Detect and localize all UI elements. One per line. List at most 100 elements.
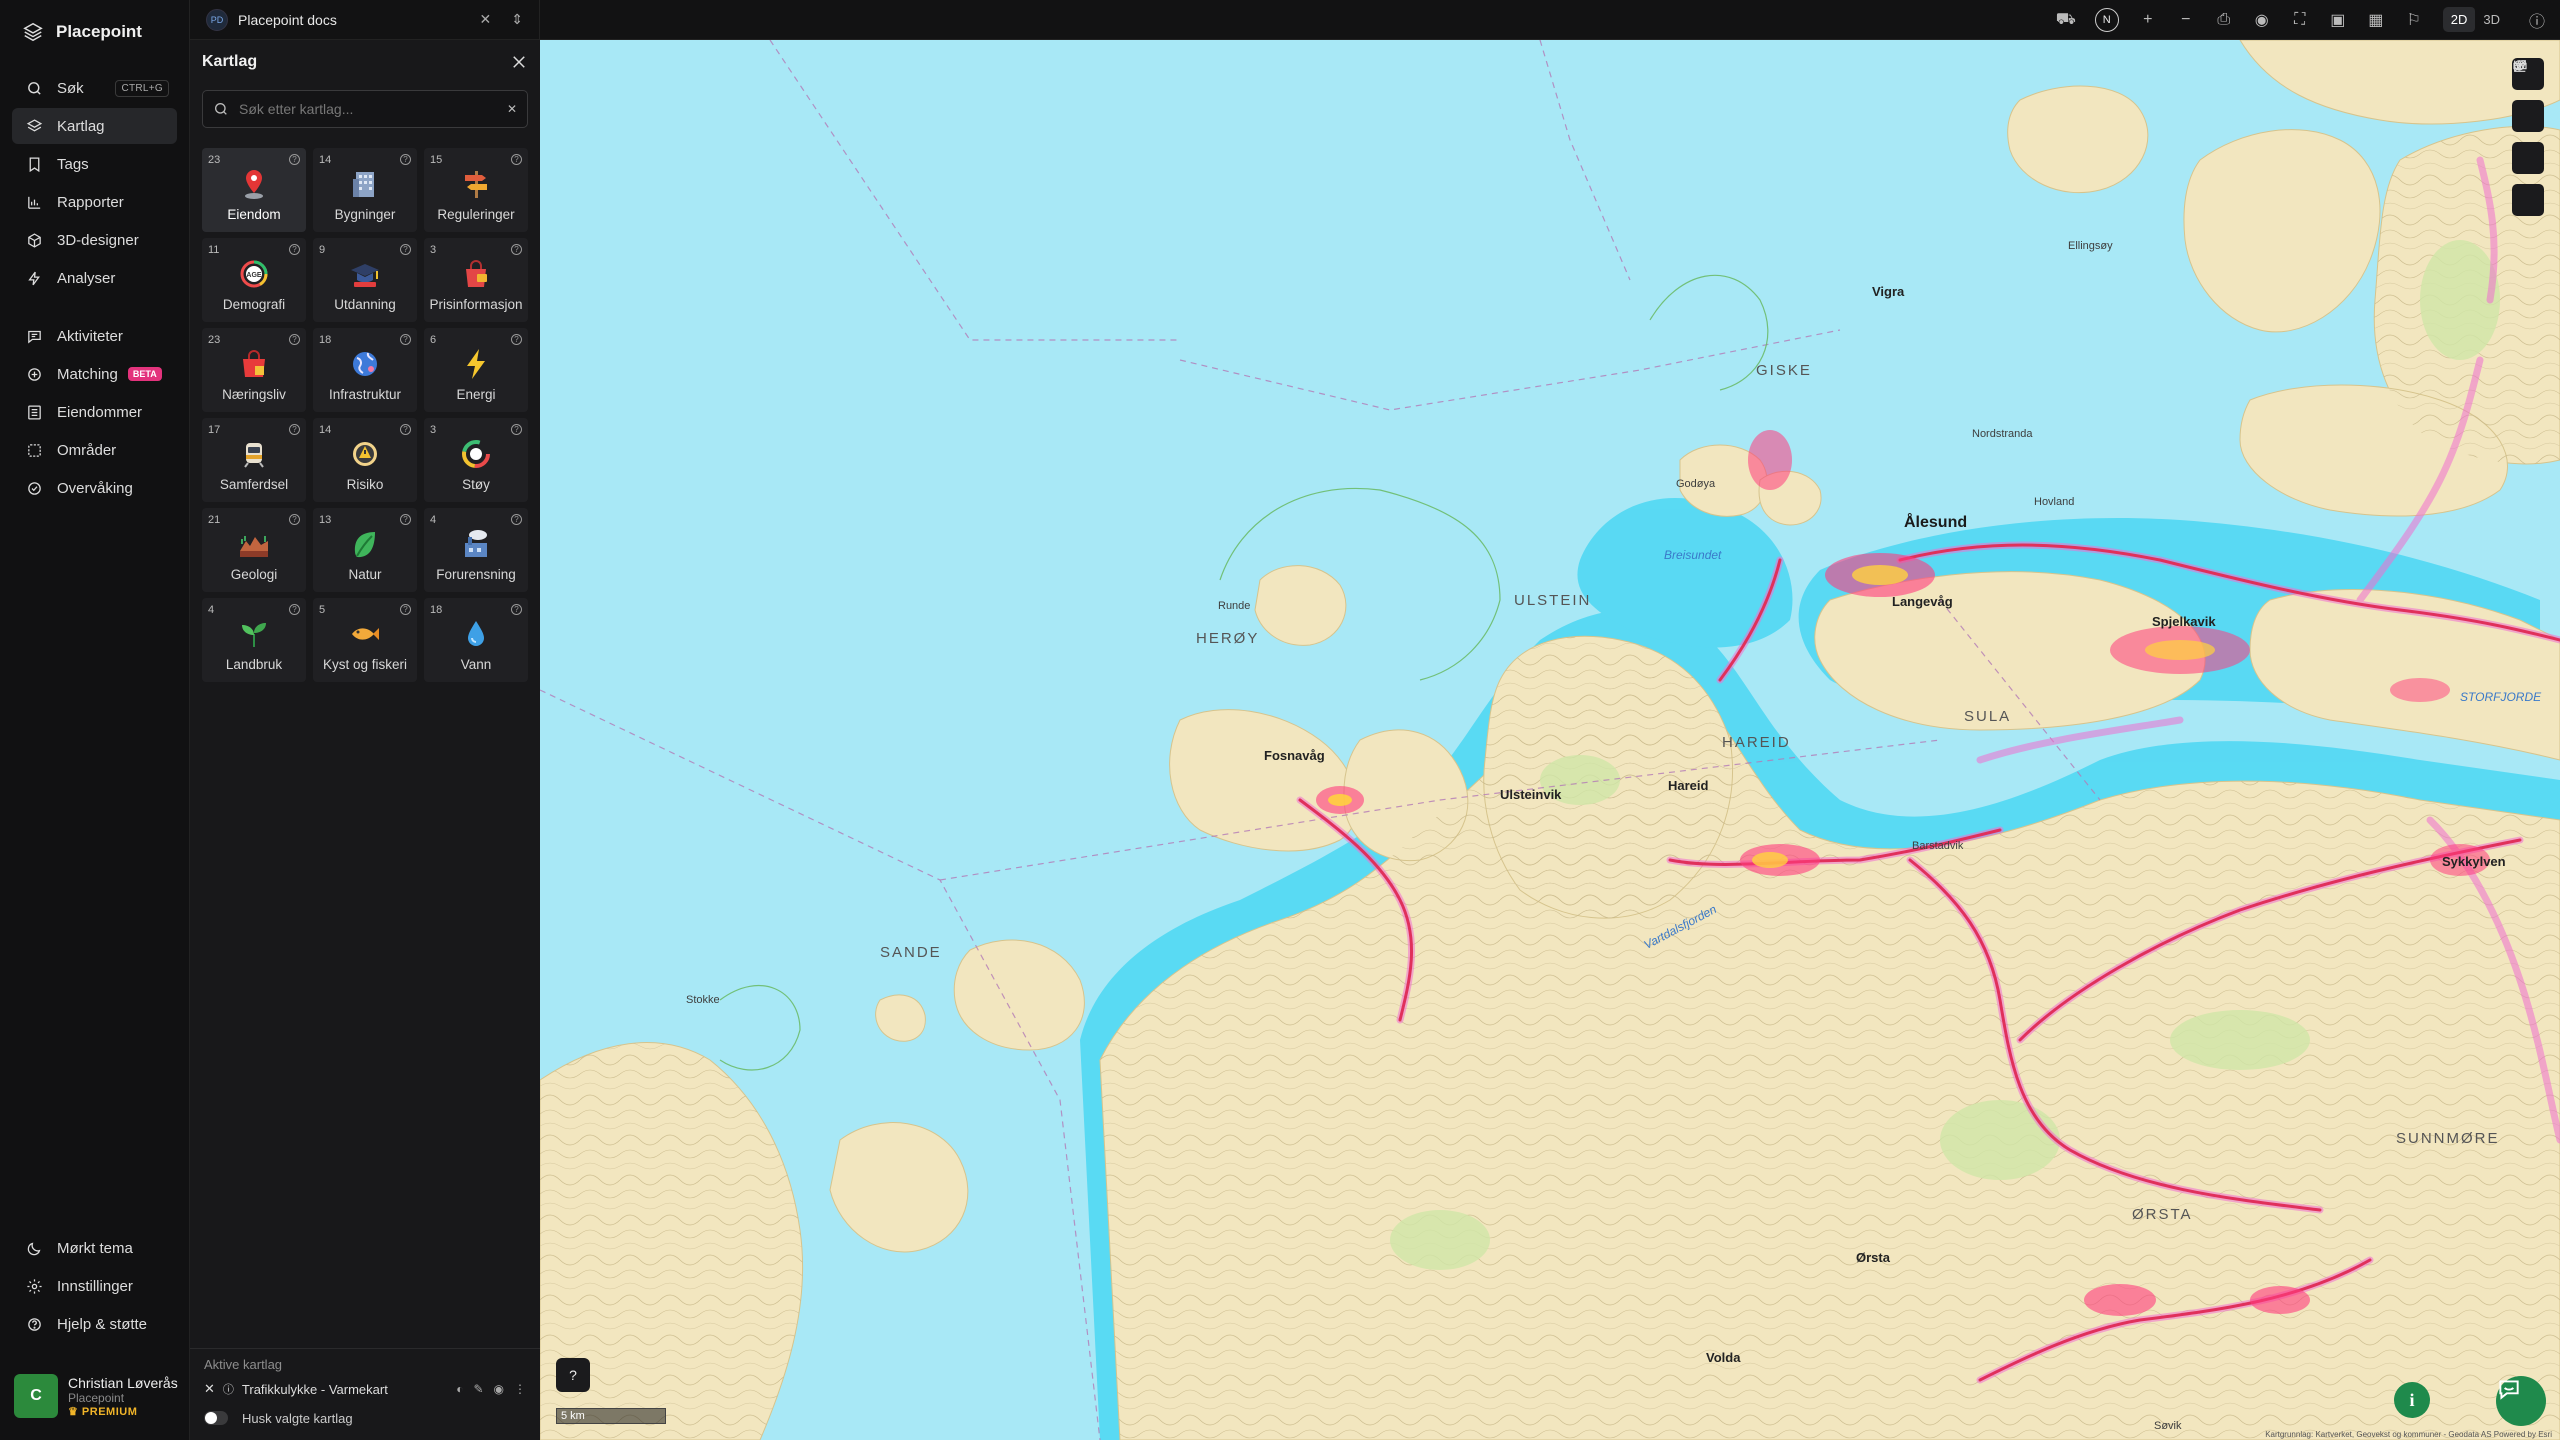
fullscreen-icon[interactable]: ⛶: [2291, 11, 2309, 29]
layer-card-infrastruktur[interactable]: 18 ? Infrastruktur: [313, 328, 417, 412]
layer-card-kyst-og-fiskeri[interactable]: 5 ? Kyst og fiskeri: [313, 598, 417, 682]
workspace-selector[interactable]: PD Placepoint docs ✕ ⇕: [190, 0, 540, 40]
user-profile[interactable]: C Christian Løverås Placepoint ♛ PREMIUM: [14, 1364, 179, 1428]
info-icon[interactable]: ?: [511, 334, 522, 345]
info-icon[interactable]: ⓘ: [223, 1381, 234, 1397]
info-icon[interactable]: ?: [511, 244, 522, 255]
info-button[interactable]: i: [2394, 1382, 2430, 1418]
layer-card-risiko[interactable]: 14 ? Risiko: [313, 418, 417, 502]
info-icon[interactable]: ?: [289, 604, 300, 615]
nav-item-kartlag[interactable]: Kartlag: [12, 108, 177, 144]
layer-card-natur[interactable]: 13 ? Natur: [313, 508, 417, 592]
layer-card-landbruk[interactable]: 4 ? Landbruk: [202, 598, 306, 682]
layer-card-geologi[interactable]: 21 ? Geologi: [202, 508, 306, 592]
info-icon[interactable]: ?: [400, 334, 411, 345]
chart-button[interactable]: [2512, 60, 2544, 174]
map-canvas[interactable]: [540, 40, 2560, 1440]
edit-icon[interactable]: ✎: [473, 1382, 483, 1396]
brand[interactable]: Placepoint: [0, 0, 189, 64]
mode-3d-button[interactable]: 3D: [2475, 7, 2508, 32]
bookmark-icon[interactable]: ⚐: [2405, 11, 2423, 29]
mode-2d-button[interactable]: 2D: [2442, 7, 2476, 32]
nav-item-analyser[interactable]: Analyser: [12, 260, 177, 296]
layer-card-energi[interactable]: 6 ? Energi: [424, 328, 528, 412]
layer-card-naeringsliv[interactable]: 23 ? Næringsliv: [202, 328, 306, 412]
svg-text:AGE: AGE: [246, 272, 262, 279]
map-label-sande: SANDE: [880, 944, 942, 961]
info-icon[interactable]: ?: [511, 604, 522, 615]
layer-card-label: Risiko: [346, 477, 384, 492]
nav-item-help[interactable]: Hjelp & støtte: [12, 1306, 177, 1342]
info-icon[interactable]: ?: [289, 514, 300, 525]
help-icon: [28, 1317, 41, 1331]
nav-item-aktiviteter[interactable]: Aktiviteter: [12, 318, 177, 354]
grid-icon[interactable]: ▦: [2367, 11, 2385, 29]
layer-card-reguleringer[interactable]: 15 ? Reguleringer: [424, 148, 528, 232]
main-navigation: Placepoint Søk CTRL+G Kartlag Tags Rappo…: [0, 0, 190, 1440]
close-icon[interactable]: [510, 53, 528, 71]
info-icon[interactable]: ?: [400, 154, 411, 165]
nav-item-rapporter[interactable]: Rapporter: [12, 184, 177, 220]
info-icon[interactable]: ?: [511, 424, 522, 435]
layer-count: 4: [430, 514, 437, 526]
info-icon[interactable]: ?: [511, 154, 522, 165]
active-layer-row[interactable]: ✕ ⓘ Trafikkulykke - Varmekart ◐ ✎ ◉ ⋮: [190, 1376, 540, 1402]
info-icon[interactable]: ?: [400, 514, 411, 525]
eye-icon[interactable]: ◉: [2253, 11, 2271, 29]
layer-card-eiendom[interactable]: 23 ? Eiendom: [202, 148, 306, 232]
nav-item-matching[interactable]: Matching BETA: [12, 356, 177, 392]
remove-layer-icon[interactable]: ✕: [204, 1381, 215, 1397]
map-label-breisundet: Breisundet: [1664, 548, 1722, 562]
close-icon[interactable]: ✕: [480, 11, 492, 28]
more-icon[interactable]: ⋮: [514, 1382, 526, 1396]
map-view[interactable]: Ålesund Ulsteinvik Fosnavåg Hareid Lange…: [540, 40, 2560, 1440]
map-label-hareid: Hareid: [1668, 778, 1709, 793]
measure-button[interactable]: [2512, 62, 2544, 132]
traffic-icon[interactable]: ⛟: [2056, 11, 2076, 29]
map-label-nordstranda: Nordstranda: [1972, 428, 2033, 440]
nav-item-overvaking[interactable]: Overvåking: [12, 470, 177, 506]
info-icon[interactable]: ?: [289, 244, 300, 255]
info-icon[interactable]: ?: [400, 424, 411, 435]
nav-item-dark-theme[interactable]: Mørkt tema: [12, 1230, 177, 1266]
nav-item-label: Mørkt tema: [57, 1239, 133, 1257]
chat-button[interactable]: [2496, 1376, 2546, 1426]
camera-icon[interactable]: ▣: [2329, 11, 2347, 29]
layer-card-stoy[interactable]: 3 ? Støy: [424, 418, 528, 502]
nav-item-tags[interactable]: Tags: [12, 146, 177, 182]
info-icon[interactable]: ?: [400, 604, 411, 615]
layer-card-vann[interactable]: 18 ? Vann: [424, 598, 528, 682]
info-icon[interactable]: ?: [289, 334, 300, 345]
nav-item-search[interactable]: Søk CTRL+G: [12, 70, 177, 106]
clear-icon[interactable]: ✕: [507, 102, 517, 116]
visibility-icon[interactable]: ◉: [494, 1382, 504, 1396]
map-help-button[interactable]: ?: [556, 1358, 590, 1392]
nav-item-eiendommer[interactable]: Eiendommer: [12, 394, 177, 430]
layer-card-forurensning[interactable]: 4 ? Forurensning: [424, 508, 528, 592]
layer-card-label: Støy: [462, 477, 490, 492]
info-icon[interactable]: ?: [289, 154, 300, 165]
remember-layers-toggle[interactable]: [204, 1411, 228, 1425]
draw-button[interactable]: [2512, 60, 2544, 216]
nav-item-settings[interactable]: Innstillinger: [12, 1268, 177, 1304]
info-icon[interactable]: ?: [511, 514, 522, 525]
layer-card-bygninger[interactable]: 14 ? Bygninger: [313, 148, 417, 232]
zoom-in-icon[interactable]: +: [2139, 11, 2157, 29]
nav-item-3d-designer[interactable]: 3D-designer: [12, 222, 177, 258]
active-layer-name: Trafikkulykke - Varmekart: [241, 1381, 388, 1397]
compass-button[interactable]: N: [2094, 7, 2119, 32]
zoom-out-icon[interactable]: −: [2177, 11, 2195, 29]
layer-card-demografi[interactable]: 11 ? AGE Demografi: [202, 238, 306, 322]
info-icon[interactable]: ⓘ: [2528, 11, 2546, 31]
layer-card-prisinformasjon[interactable]: 3 ? Prisinformasjon: [424, 238, 528, 322]
train-icon: [244, 443, 264, 468]
nav-item-omrader[interactable]: Områder: [12, 432, 177, 468]
layer-card-samferdsel[interactable]: 17 ? Samferdsel: [202, 418, 306, 502]
info-icon[interactable]: ?: [289, 424, 300, 435]
print-icon[interactable]: ⎙: [2215, 11, 2233, 29]
chevron-updown-icon[interactable]: ⇕: [511, 11, 523, 28]
info-icon[interactable]: ?: [400, 244, 411, 255]
layer-card-utdanning[interactable]: 9 ? Utdanning: [313, 238, 417, 322]
opacity-icon[interactable]: ◐: [456, 1382, 463, 1396]
layer-search-input[interactable]: [239, 101, 497, 117]
